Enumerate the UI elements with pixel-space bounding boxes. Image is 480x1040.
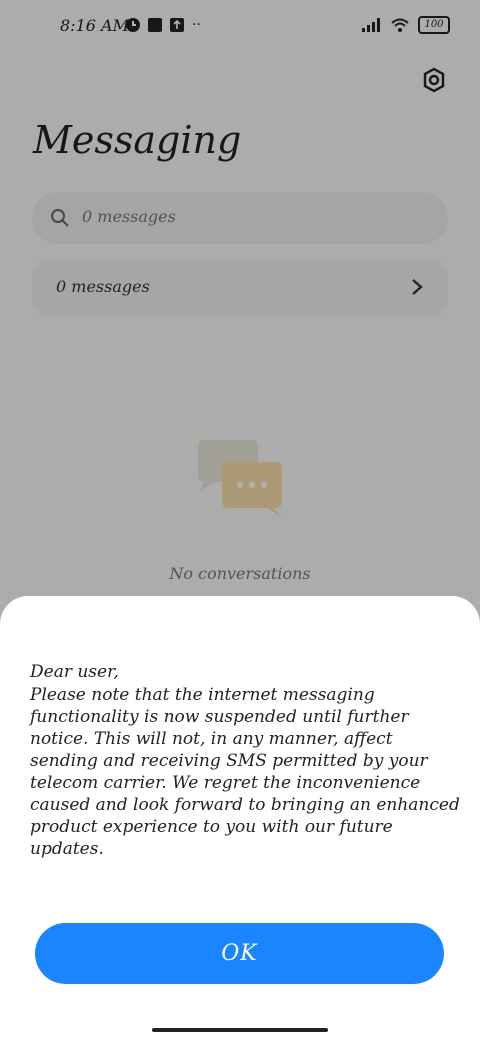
- ok-button[interactable]: OK: [35, 923, 444, 984]
- dialog-message: Please note that the internet messaging …: [30, 685, 460, 859]
- notice-dialog: Dear user, Please note that the internet…: [0, 596, 480, 1040]
- home-indicator[interactable]: [152, 1028, 328, 1032]
- dialog-greeting: Dear user,: [30, 662, 119, 682]
